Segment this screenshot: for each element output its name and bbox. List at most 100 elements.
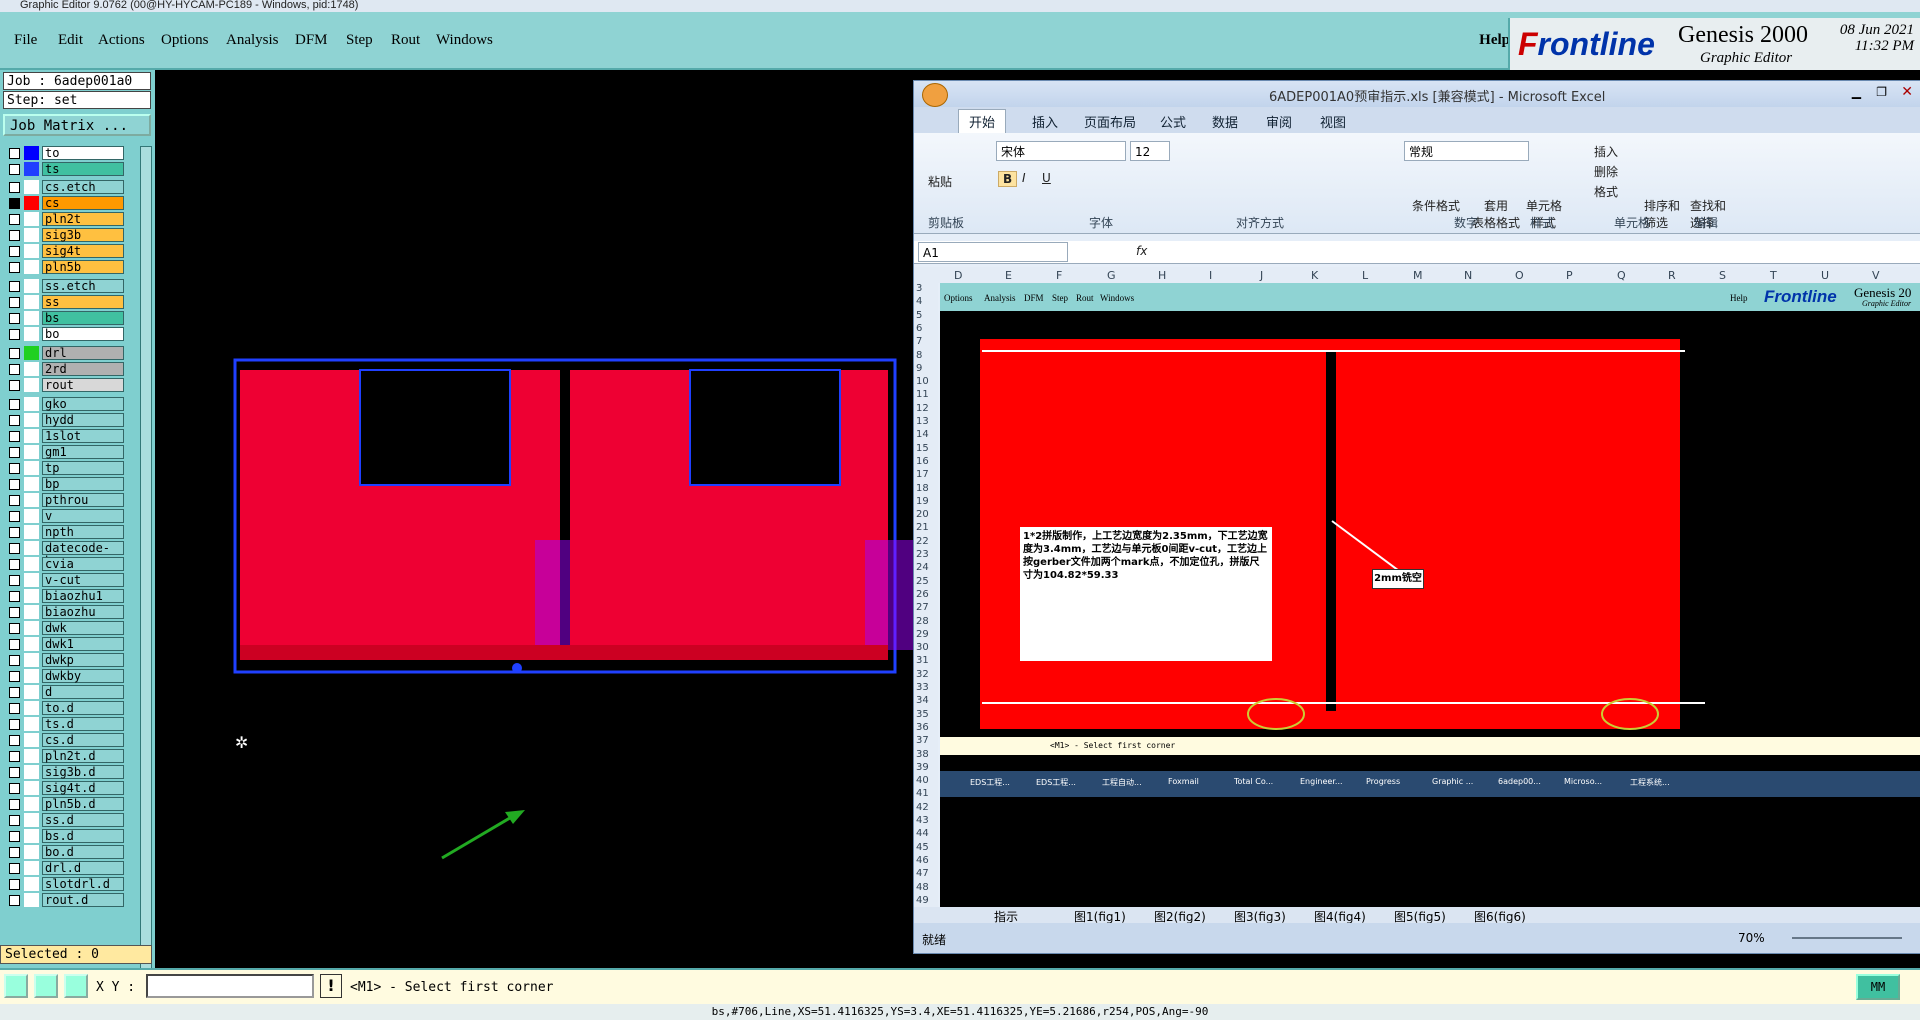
layer-row[interactable]: tp xyxy=(3,461,138,475)
layer-row[interactable]: dwk xyxy=(3,621,138,635)
layer-name[interactable]: bs xyxy=(42,311,124,325)
menu-edit[interactable]: Edit xyxy=(58,32,83,49)
layer-row[interactable]: ss xyxy=(3,295,138,309)
menu-actions[interactable]: Actions xyxy=(98,32,145,49)
bold-button[interactable]: B xyxy=(998,171,1018,187)
layer-checkbox[interactable] xyxy=(9,297,20,308)
layer-name[interactable]: npth xyxy=(42,525,124,539)
column-header[interactable]: T xyxy=(1770,269,1777,282)
row-header[interactable]: 5 xyxy=(916,310,922,321)
tab-insert[interactable]: 插入 xyxy=(1032,112,1058,131)
layer-name[interactable]: ss.d xyxy=(42,813,124,827)
layer-checkbox[interactable] xyxy=(9,262,20,273)
layer-row[interactable]: hydd xyxy=(3,413,138,427)
taskbar-item[interactable]: Progress xyxy=(1366,777,1400,786)
layer-name[interactable]: cs.d xyxy=(42,733,124,747)
font-size-select[interactable]: 12 xyxy=(1130,141,1170,161)
conditional-format-button[interactable]: 条件格式 xyxy=(1412,197,1460,214)
layer-checkbox[interactable] xyxy=(9,313,20,324)
row-header[interactable]: 32 xyxy=(916,669,929,680)
layer-checkbox[interactable] xyxy=(9,246,20,257)
layer-checkbox[interactable] xyxy=(9,879,20,890)
row-header[interactable]: 14 xyxy=(916,429,929,440)
layer-row[interactable]: v xyxy=(3,509,138,523)
layer-checkbox[interactable] xyxy=(9,575,20,586)
units-toggle[interactable]: MM xyxy=(1856,974,1900,1000)
layer-name[interactable]: drl.d xyxy=(42,861,124,875)
menu-analysis[interactable]: Analysis xyxy=(226,32,279,49)
layer-name[interactable]: pln5b.d xyxy=(42,797,124,811)
row-header[interactable]: 38 xyxy=(916,749,929,760)
snap-tool-icon[interactable] xyxy=(4,974,28,998)
tab-formulas[interactable]: 公式 xyxy=(1160,112,1186,131)
layer-checkbox[interactable] xyxy=(9,687,20,698)
info-icon[interactable]: ! xyxy=(320,974,342,998)
layer-row[interactable]: drl xyxy=(3,346,138,360)
layer-row[interactable]: sig3b.d xyxy=(3,765,138,779)
taskbar-item[interactable]: Engineer... xyxy=(1300,777,1343,786)
layer-name[interactable]: biaozhu xyxy=(42,605,124,619)
excel-window[interactable]: 6ADEP001A0预审指示.xls [兼容模式] - Microsoft Ex… xyxy=(913,80,1920,954)
layer-checkbox[interactable] xyxy=(9,655,20,666)
layer-name[interactable]: dwk xyxy=(42,621,124,635)
layer-row[interactable]: to.d xyxy=(3,701,138,715)
layer-row[interactable]: gm1 xyxy=(3,445,138,459)
row-header[interactable]: 11 xyxy=(916,389,929,400)
column-header[interactable]: H xyxy=(1158,269,1166,282)
layer-name[interactable]: ts xyxy=(42,162,124,176)
layer-row[interactable]: bs.d xyxy=(3,829,138,843)
layer-row[interactable]: pln2t xyxy=(3,212,138,226)
layer-row[interactable]: cvia xyxy=(3,557,138,571)
layer-checkbox[interactable] xyxy=(9,671,20,682)
layer-name[interactable]: rout.d xyxy=(42,893,124,907)
layer-name[interactable]: bo.d xyxy=(42,845,124,859)
taskbar-item[interactable]: Microso... xyxy=(1564,777,1602,786)
layer-checkbox[interactable] xyxy=(9,479,20,490)
row-header[interactable]: 34 xyxy=(916,695,929,706)
office-button[interactable] xyxy=(922,83,948,107)
delete-cells-button[interactable]: 删除 xyxy=(1594,163,1618,180)
layer-name[interactable]: bo xyxy=(42,327,124,341)
row-header[interactable]: 33 xyxy=(916,682,929,693)
menu-help[interactable]: Help xyxy=(1479,32,1510,49)
layer-name[interactable]: pln2t xyxy=(42,212,124,226)
layer-name[interactable]: ts.d xyxy=(42,717,124,731)
column-header[interactable]: K xyxy=(1311,269,1318,282)
layer-checkbox[interactable] xyxy=(9,639,20,650)
layer-checkbox[interactable] xyxy=(9,895,20,906)
layer-row[interactable]: rout.d xyxy=(3,893,138,907)
menu-file[interactable]: File xyxy=(14,32,37,49)
layer-name[interactable]: bs.d xyxy=(42,829,124,843)
layer-name[interactable]: datecode-bo xyxy=(42,541,124,568)
layer-row[interactable]: drl.d xyxy=(3,861,138,875)
layer-row[interactable]: gko xyxy=(3,397,138,411)
layer-name[interactable]: drl xyxy=(42,346,124,360)
row-header[interactable]: 21 xyxy=(916,522,929,533)
row-header[interactable]: 7 xyxy=(916,336,922,347)
row-header[interactable]: 40 xyxy=(916,775,929,786)
layer-row[interactable]: v-cut xyxy=(3,573,138,587)
layer-row[interactable]: ss.etch xyxy=(3,279,138,293)
row-header[interactable]: 43 xyxy=(916,815,929,826)
layer-checkbox[interactable] xyxy=(9,527,20,538)
row-header[interactable]: 15 xyxy=(916,443,929,454)
row-header[interactable]: 12 xyxy=(916,403,929,414)
layer-name[interactable]: sig4t xyxy=(42,244,124,258)
layer-name[interactable]: pthrou xyxy=(42,493,124,507)
row-header[interactable]: 28 xyxy=(916,616,929,627)
column-header[interactable]: F xyxy=(1056,269,1062,282)
layer-name[interactable]: dwk1 xyxy=(42,637,124,651)
font-name-select[interactable]: 宋体 xyxy=(996,141,1126,161)
layer-checkbox[interactable] xyxy=(9,815,20,826)
layer-row[interactable]: biaozhu xyxy=(3,605,138,619)
layer-row[interactable]: ts.d xyxy=(3,717,138,731)
layer-name[interactable]: sig4t.d xyxy=(42,781,124,795)
layer-name[interactable]: ss.etch xyxy=(42,279,124,293)
layer-row[interactable]: dwkp xyxy=(3,653,138,667)
row-header[interactable]: 25 xyxy=(916,576,929,587)
column-header[interactable]: S xyxy=(1719,269,1726,282)
layer-row[interactable]: biaozhu1 xyxy=(3,589,138,603)
layer-checkbox[interactable] xyxy=(9,703,20,714)
row-header[interactable]: 3 xyxy=(916,283,922,294)
column-header[interactable]: E xyxy=(1005,269,1012,282)
